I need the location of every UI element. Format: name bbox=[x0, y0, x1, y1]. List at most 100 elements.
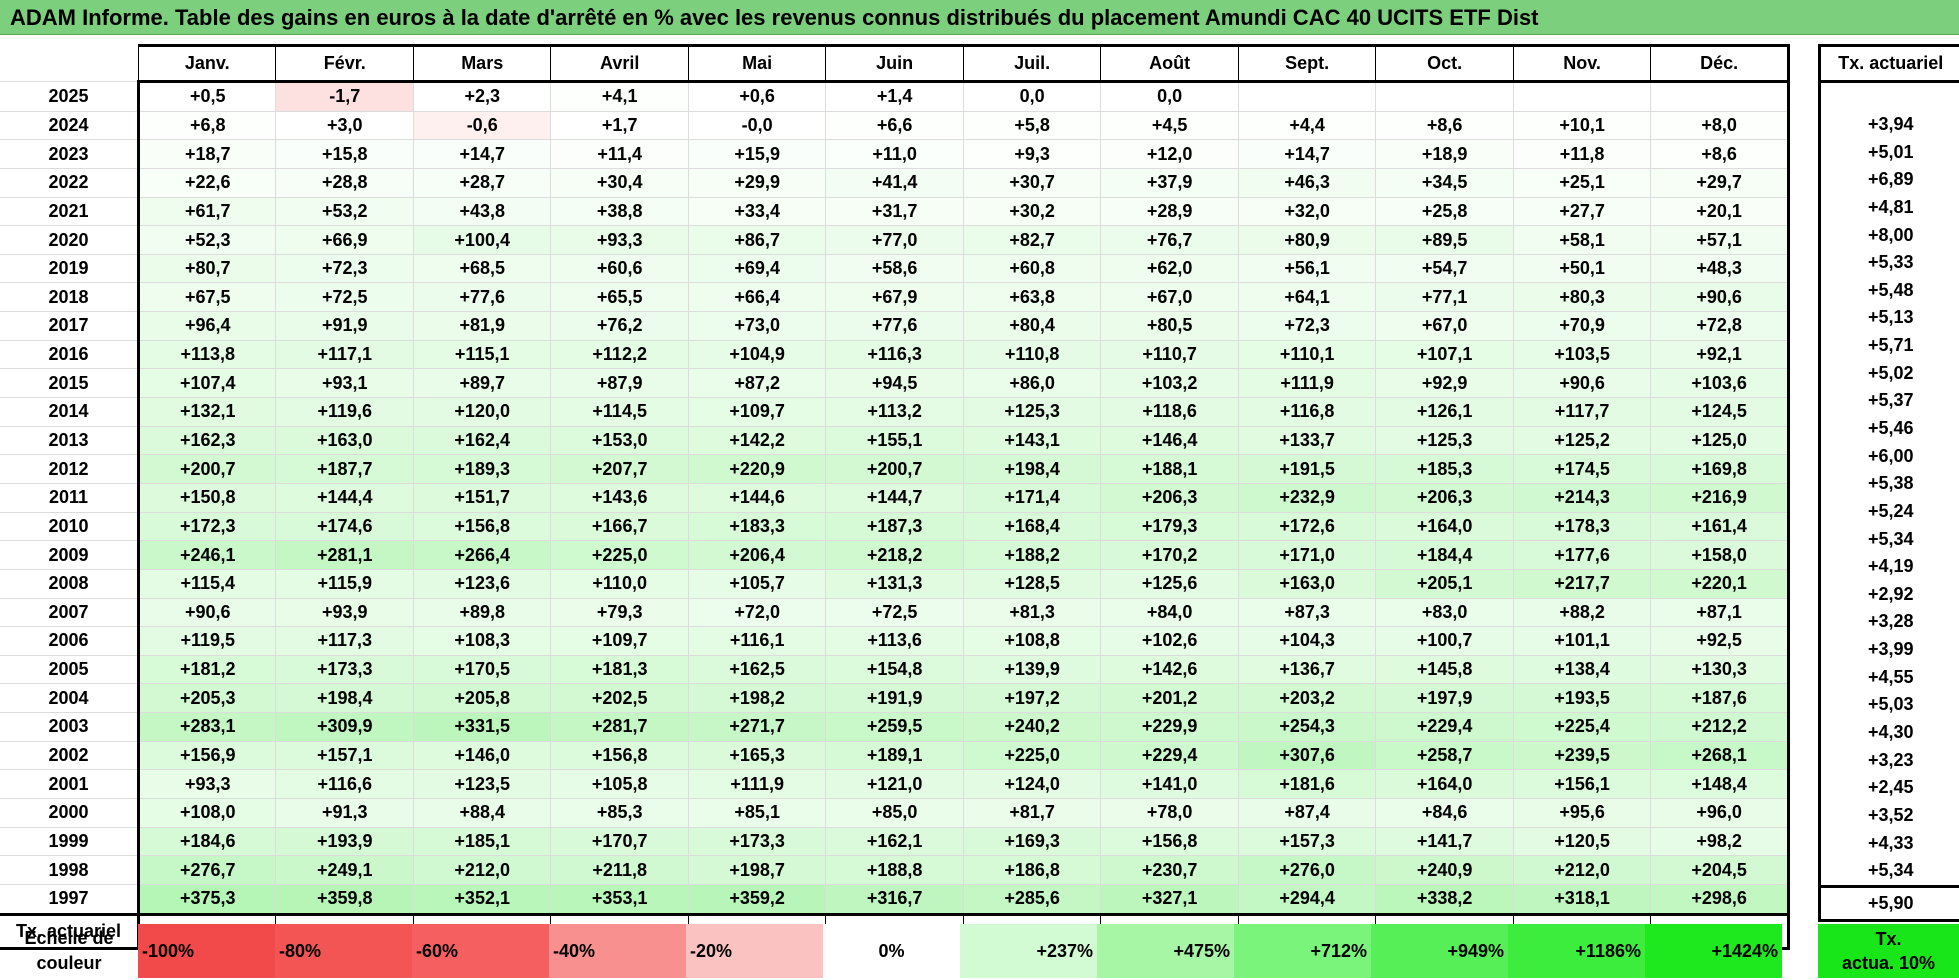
table-row: 2006+119,5+117,3+108,3+109,7+116,1+113,6… bbox=[0, 627, 1789, 656]
gain-cell: +186,8 bbox=[963, 856, 1100, 885]
rate-row: +4,81 bbox=[1820, 194, 1959, 222]
gain-cell: +83,0 bbox=[1376, 598, 1513, 627]
month-header: Févr. bbox=[276, 46, 413, 82]
gain-cell: +103,5 bbox=[1513, 340, 1650, 369]
gain-cell: +37,9 bbox=[1101, 168, 1238, 197]
gain-cell: +3,0 bbox=[276, 111, 413, 140]
gain-cell: +240,2 bbox=[963, 713, 1100, 742]
gains-table: Janv.Févr.MarsAvrilMaiJuinJuil.AoûtSept.… bbox=[0, 44, 1790, 950]
rate-row: +5,33 bbox=[1820, 249, 1959, 277]
gain-cell: +141,7 bbox=[1376, 827, 1513, 856]
rate-cell: +2,45 bbox=[1820, 774, 1959, 802]
gain-cell: +12,0 bbox=[1101, 140, 1238, 169]
gain-cell: +142,2 bbox=[688, 426, 825, 455]
gain-cell: +46,3 bbox=[1238, 168, 1375, 197]
gain-cell: +81,9 bbox=[413, 312, 550, 341]
gain-cell: +18,7 bbox=[139, 140, 276, 169]
gain-cell: +93,1 bbox=[276, 369, 413, 398]
rate-cell: +3,99 bbox=[1820, 636, 1959, 664]
gain-cell: +338,2 bbox=[1376, 884, 1513, 914]
color-scale-label-line2: couleur bbox=[36, 953, 101, 973]
rate-body: +3,94+5,01+6,89+4,81+8,00+5,33+5,48+5,13… bbox=[1820, 82, 1959, 921]
rate-cell: +8,00 bbox=[1820, 221, 1959, 249]
gain-cell: +246,1 bbox=[139, 541, 276, 570]
gain-cell: +41,4 bbox=[826, 168, 963, 197]
gain-cell: +177,6 bbox=[1513, 541, 1650, 570]
gain-cell: +70,9 bbox=[1513, 312, 1650, 341]
table-row: 1998+276,7+249,1+212,0+211,8+198,7+188,8… bbox=[0, 856, 1789, 885]
gain-cell: +217,7 bbox=[1513, 569, 1650, 598]
gain-cell: +0,5 bbox=[139, 82, 276, 112]
gain-cell: +216,9 bbox=[1651, 483, 1789, 512]
gain-cell: +95,6 bbox=[1513, 799, 1650, 828]
gain-cell: +92,5 bbox=[1651, 627, 1789, 656]
gain-cell: +116,1 bbox=[688, 627, 825, 656]
gain-cell: +91,3 bbox=[276, 799, 413, 828]
gain-cell: +307,6 bbox=[1238, 741, 1375, 770]
gain-cell: +89,8 bbox=[413, 598, 550, 627]
table-row: 2000+108,0+91,3+88,4+85,3+85,1+85,0+81,7… bbox=[0, 799, 1789, 828]
year-label: 2002 bbox=[0, 741, 139, 770]
gain-cell: +77,6 bbox=[413, 283, 550, 312]
year-label: 2015 bbox=[0, 369, 139, 398]
gain-cell: +93,3 bbox=[139, 770, 276, 799]
table-row: 2014+132,1+119,6+120,0+114,5+109,7+113,2… bbox=[0, 398, 1789, 427]
gain-cell: +110,0 bbox=[551, 569, 688, 598]
rate-cell: +3,28 bbox=[1820, 608, 1959, 636]
gain-cell: +165,3 bbox=[688, 741, 825, 770]
gain-cell: +110,8 bbox=[963, 340, 1100, 369]
gain-cell: +171,4 bbox=[963, 483, 1100, 512]
gain-cell: +285,6 bbox=[963, 884, 1100, 914]
gain-cell: +124,0 bbox=[963, 770, 1100, 799]
gain-cell: +124,5 bbox=[1651, 398, 1789, 427]
gain-cell: +4,4 bbox=[1238, 111, 1375, 140]
gain-cell: +156,8 bbox=[413, 512, 550, 541]
color-swatch: -60% bbox=[412, 924, 549, 978]
gain-cell: +205,1 bbox=[1376, 569, 1513, 598]
rate-cell: +5,37 bbox=[1820, 387, 1959, 415]
year-label: 2019 bbox=[0, 254, 139, 283]
gain-cell: +64,1 bbox=[1238, 283, 1375, 312]
gain-cell: +206,4 bbox=[688, 541, 825, 570]
gain-cell: +85,0 bbox=[826, 799, 963, 828]
table-row: 2018+67,5+72,5+77,6+65,5+66,4+67,9+63,8+… bbox=[0, 283, 1789, 312]
gain-cell: +108,0 bbox=[139, 799, 276, 828]
rate-row: +3,99 bbox=[1820, 636, 1959, 664]
gain-cell: +198,4 bbox=[276, 684, 413, 713]
gain-cell: +232,9 bbox=[1238, 483, 1375, 512]
rate-cell: +5,01 bbox=[1820, 138, 1959, 166]
gain-cell: +102,6 bbox=[1101, 627, 1238, 656]
gain-cell: +61,7 bbox=[139, 197, 276, 226]
table-row: 2023+18,7+15,8+14,7+11,4+15,9+11,0+9,3+1… bbox=[0, 140, 1789, 169]
gain-cell: +125,3 bbox=[963, 398, 1100, 427]
gain-cell: +218,2 bbox=[826, 541, 963, 570]
rate-row: +4,33 bbox=[1820, 829, 1959, 857]
gain-cell: +375,3 bbox=[139, 884, 276, 914]
gain-cell: +148,4 bbox=[1651, 770, 1789, 799]
gain-cell: +206,3 bbox=[1101, 483, 1238, 512]
gain-cell: +43,8 bbox=[413, 197, 550, 226]
gain-cell: +120,0 bbox=[413, 398, 550, 427]
month-header: Oct. bbox=[1376, 46, 1513, 82]
gain-cell: +111,9 bbox=[1238, 369, 1375, 398]
gain-cell: +78,0 bbox=[1101, 799, 1238, 828]
table-row: 2010+172,3+174,6+156,8+166,7+183,3+187,3… bbox=[0, 512, 1789, 541]
gain-cell: +145,8 bbox=[1376, 655, 1513, 684]
gain-cell: +170,5 bbox=[413, 655, 550, 684]
gain-cell: +123,5 bbox=[413, 770, 550, 799]
gain-cell: +202,5 bbox=[551, 684, 688, 713]
year-label: 2020 bbox=[0, 226, 139, 255]
gain-cell: +193,9 bbox=[276, 827, 413, 856]
gain-cell: +8,6 bbox=[1651, 140, 1789, 169]
gain-cell: +163,0 bbox=[276, 426, 413, 455]
rate-row: +6,89 bbox=[1820, 166, 1959, 194]
rate-row: +5,34 bbox=[1820, 525, 1959, 553]
gain-cell: +162,4 bbox=[413, 426, 550, 455]
gain-cell: +220,9 bbox=[688, 455, 825, 484]
table-row: 2012+200,7+187,7+189,3+207,7+220,9+200,7… bbox=[0, 455, 1789, 484]
gain-cell: +100,7 bbox=[1376, 627, 1513, 656]
gain-cell: +268,1 bbox=[1651, 741, 1789, 770]
gain-cell: +130,3 bbox=[1651, 655, 1789, 684]
year-label: 2018 bbox=[0, 283, 139, 312]
gain-cell: +191,5 bbox=[1238, 455, 1375, 484]
